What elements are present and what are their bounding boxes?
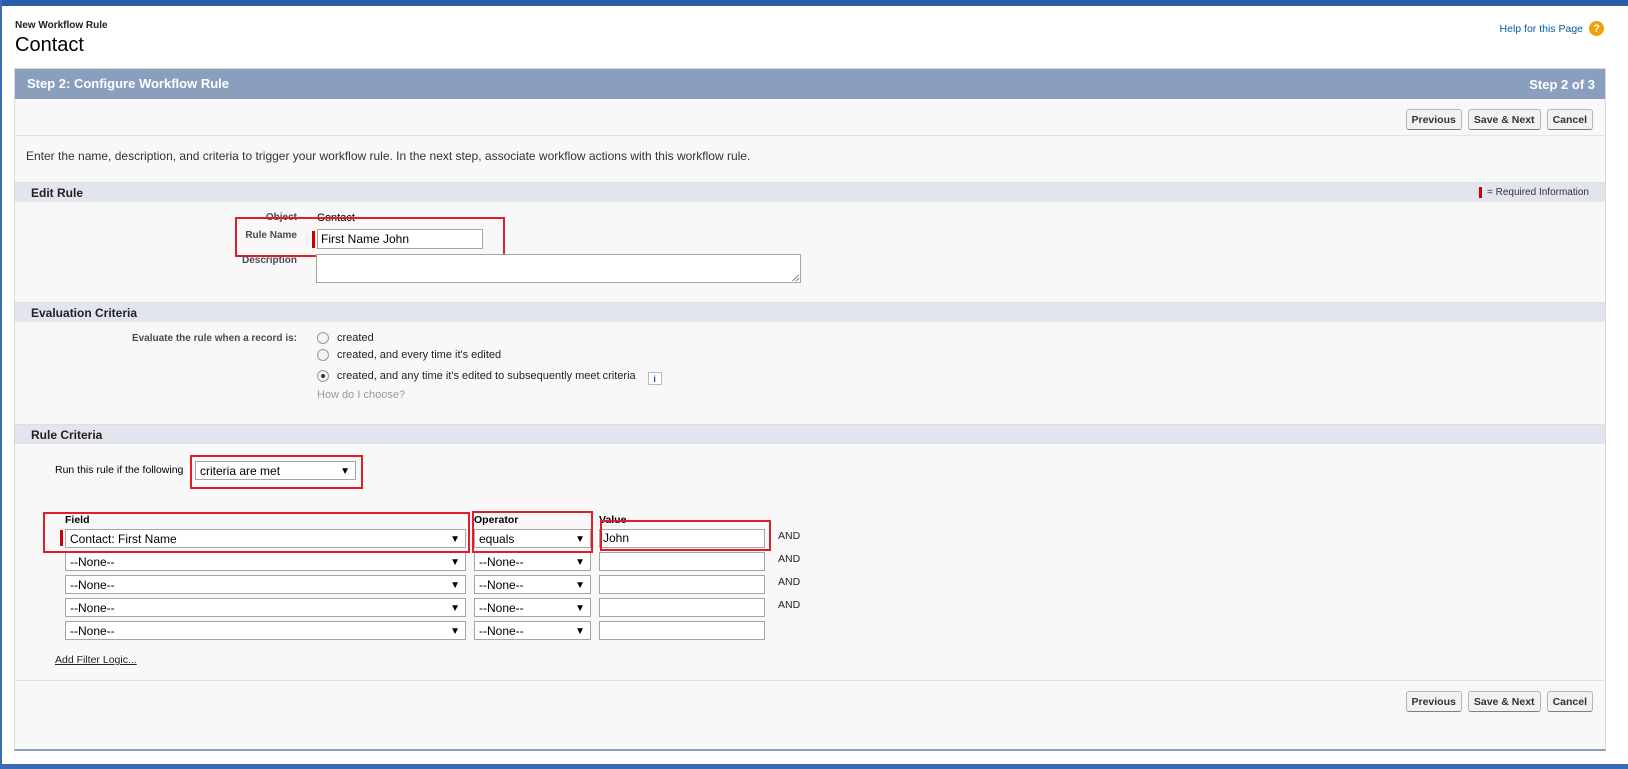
evaluation-section: Evaluation Criteria <box>15 302 1605 322</box>
operator-select-row-4[interactable]: --None-- ▼ <box>474 598 591 617</box>
section-title: Edit Rule <box>31 186 84 200</box>
run-rule-label: Run this rule if the following <box>55 464 184 476</box>
field-select-row-5[interactable]: --None-- ▼ <box>65 621 466 640</box>
field-select-value: --None-- <box>70 601 115 615</box>
page-subtitle: New Workflow Rule <box>15 20 108 31</box>
value-input-row-5[interactable] <box>599 621 765 640</box>
required-legend-text: = Required Information <box>1486 187 1589 198</box>
description-label: Description <box>241 255 297 266</box>
highlight-field <box>43 512 470 553</box>
field-select-value: --None-- <box>70 578 115 592</box>
cancel-button-bottom[interactable]: Cancel <box>1546 691 1593 712</box>
dropdown-arrow-icon: ▼ <box>450 603 460 614</box>
step-bar: Step 2: Configure Workflow Rule Step 2 o… <box>15 69 1605 99</box>
value-input-row-2[interactable] <box>599 552 765 571</box>
edit-rule-section: Edit Rule = Required Information <box>15 182 1605 202</box>
bottom-border <box>0 764 1628 769</box>
dropdown-arrow-icon: ▼ <box>450 557 460 568</box>
rule-criteria-section: Rule Criteria <box>15 424 1605 444</box>
intro-text: Enter the name, description, and criteri… <box>26 149 751 163</box>
dropdown-arrow-icon: ▼ <box>575 580 585 591</box>
previous-button-bottom[interactable]: Previous <box>1405 691 1462 712</box>
operator-select-value: --None-- <box>479 578 524 592</box>
add-filter-logic-link[interactable]: Add Filter Logic... <box>55 654 137 666</box>
radio-label: created <box>337 332 374 344</box>
operator-select-row-3[interactable]: --None-- ▼ <box>474 575 591 594</box>
help-link[interactable]: Help for this Page ? <box>1500 21 1604 36</box>
page-header: New Workflow Rule Contact <box>15 20 108 57</box>
divider <box>15 135 1605 136</box>
and-label: AND <box>778 553 801 565</box>
section-title: Evaluation Criteria <box>31 306 138 320</box>
operator-select-value: --None-- <box>479 624 524 638</box>
description-textarea[interactable] <box>316 254 801 283</box>
bottom-button-row: Previous Save & Next Cancel <box>1405 691 1593 712</box>
radio-created[interactable]: created <box>317 332 374 344</box>
value-input-row-3[interactable] <box>599 575 765 594</box>
field-select-row-3[interactable]: --None-- ▼ <box>65 575 466 594</box>
save-next-button-bottom[interactable]: Save & Next <box>1467 691 1541 712</box>
highlight-rule-name <box>235 217 505 257</box>
dropdown-arrow-icon: ▼ <box>575 557 585 568</box>
and-label: AND <box>778 576 801 588</box>
required-mark-icon <box>1478 187 1482 198</box>
step-count: Step 2 of 3 <box>1529 77 1595 92</box>
left-border <box>0 0 2 769</box>
cancel-button-top[interactable]: Cancel <box>1546 109 1593 130</box>
highlight-value <box>600 520 771 551</box>
highlight-operator <box>472 511 593 553</box>
dropdown-arrow-icon: ▼ <box>575 626 585 637</box>
field-select-row-2[interactable]: --None-- ▼ <box>65 552 466 571</box>
field-select-value: --None-- <box>70 555 115 569</box>
radio-label: created, and every time it's edited <box>337 349 502 361</box>
radio-created-every-edit[interactable]: created, and every time it's edited <box>317 349 501 361</box>
dropdown-arrow-icon: ▼ <box>450 580 460 591</box>
save-next-button-top[interactable]: Save & Next <box>1467 109 1541 130</box>
value-input-row-4[interactable] <box>599 598 765 617</box>
how-do-i-choose-link[interactable]: How do I choose? <box>317 389 405 401</box>
section-title: Rule Criteria <box>31 428 103 442</box>
operator-select-row-5[interactable]: --None-- ▼ <box>474 621 591 640</box>
and-label: AND <box>778 599 801 611</box>
previous-button-top[interactable]: Previous <box>1405 109 1462 130</box>
step-title: Step 2: Configure Workflow Rule <box>27 76 229 91</box>
dropdown-arrow-icon: ▼ <box>450 626 460 637</box>
operator-select-value: --None-- <box>479 601 524 615</box>
required-legend: = Required Information <box>1478 187 1589 198</box>
radio-icon[interactable] <box>317 349 329 361</box>
highlight-criteria-select <box>190 455 363 489</box>
evaluate-label: Evaluate the rule when a record is: <box>131 333 297 344</box>
operator-select-value: --None-- <box>479 555 524 569</box>
operator-select-row-2[interactable]: --None-- ▼ <box>474 552 591 571</box>
field-select-value: --None-- <box>70 624 115 638</box>
resize-grip-icon[interactable] <box>792 274 799 281</box>
help-link-label[interactable]: Help for this Page <box>1500 23 1583 35</box>
workflow-panel: Step 2: Configure Workflow Rule Step 2 o… <box>14 68 1606 751</box>
radio-created-subsequently-meet[interactable]: created, and any time it's edited to sub… <box>317 366 662 385</box>
divider <box>15 680 1605 681</box>
and-label: AND <box>778 530 801 542</box>
radio-icon[interactable] <box>317 332 329 344</box>
top-button-row: Previous Save & Next Cancel <box>1405 109 1593 130</box>
dropdown-arrow-icon: ▼ <box>575 603 585 614</box>
info-icon[interactable]: i <box>647 372 662 385</box>
top-border <box>0 0 1628 6</box>
question-icon[interactable]: ? <box>1589 21 1604 36</box>
field-select-row-4[interactable]: --None-- ▼ <box>65 598 466 617</box>
radio-checked-icon[interactable] <box>317 369 329 382</box>
radio-label: created, and any time it's edited to sub… <box>337 369 636 382</box>
page-title: Contact <box>15 34 84 56</box>
